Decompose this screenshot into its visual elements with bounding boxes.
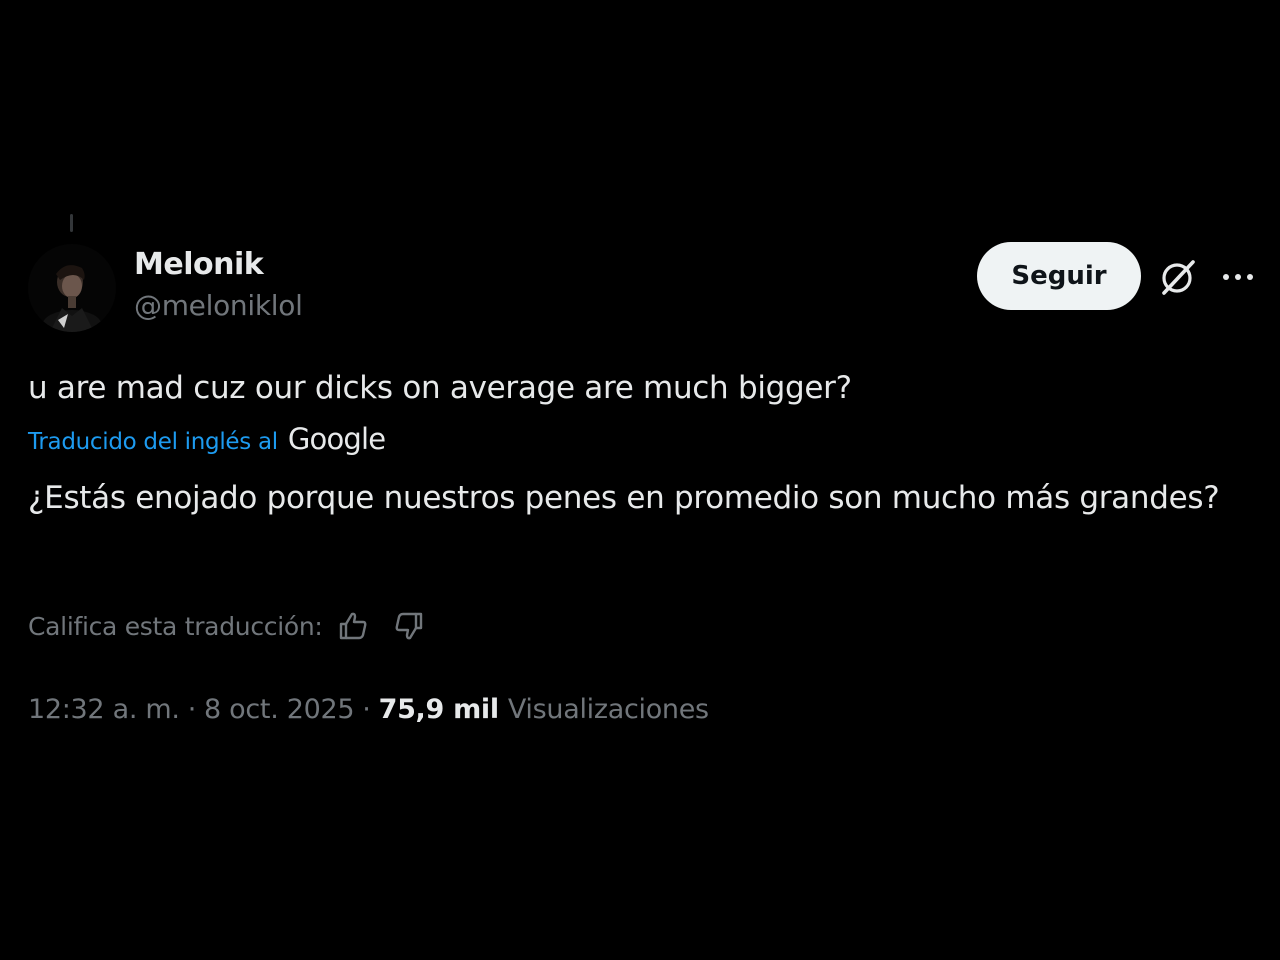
views-label: Visualizaciones [507,693,709,725]
thread-connector-line [70,214,73,232]
thumbs-up-icon[interactable] [335,608,371,644]
follow-button[interactable]: Seguir [977,242,1141,310]
tweet-header: Melonik @meloniklol Seguir [28,240,1260,332]
meta-separator: · [187,693,197,725]
views-count: 75,9 mil [378,693,500,725]
tweet-page: Melonik @meloniklol Seguir u are mad cuz… [0,0,1280,960]
tweet-meta: 12:32 a. m. · 8 oct. 2025 · 75,9 mil Vis… [28,686,709,732]
translated-from-link[interactable]: Traducido del inglés al [28,429,278,455]
user-handle[interactable]: @meloniklol [134,284,303,328]
translation-attribution: Traducido del inglés al Google [28,420,386,464]
more-dots-icon[interactable] [1220,262,1256,292]
user-info: Melonik @meloniklol [134,246,303,328]
translated-text: ¿Estás enojado porque nuestros penes en … [28,480,1220,516]
tweet-time[interactable]: 12:32 a. m. [28,694,180,725]
display-name[interactable]: Melonik [134,246,303,284]
rate-translation-row: Califica esta traducción: [28,604,427,648]
google-logo: Google [287,422,386,456]
rate-translation-label: Califica esta traducción: [28,611,323,641]
thumbs-down-icon[interactable] [391,608,427,644]
grok-icon[interactable] [1158,257,1198,297]
meta-separator: · [362,693,371,725]
tweet-text: u are mad cuz our dicks on average are m… [28,370,852,406]
tweet-date[interactable]: 8 oct. 2025 [204,694,355,725]
avatar-image [28,244,116,332]
avatar[interactable] [28,244,116,332]
